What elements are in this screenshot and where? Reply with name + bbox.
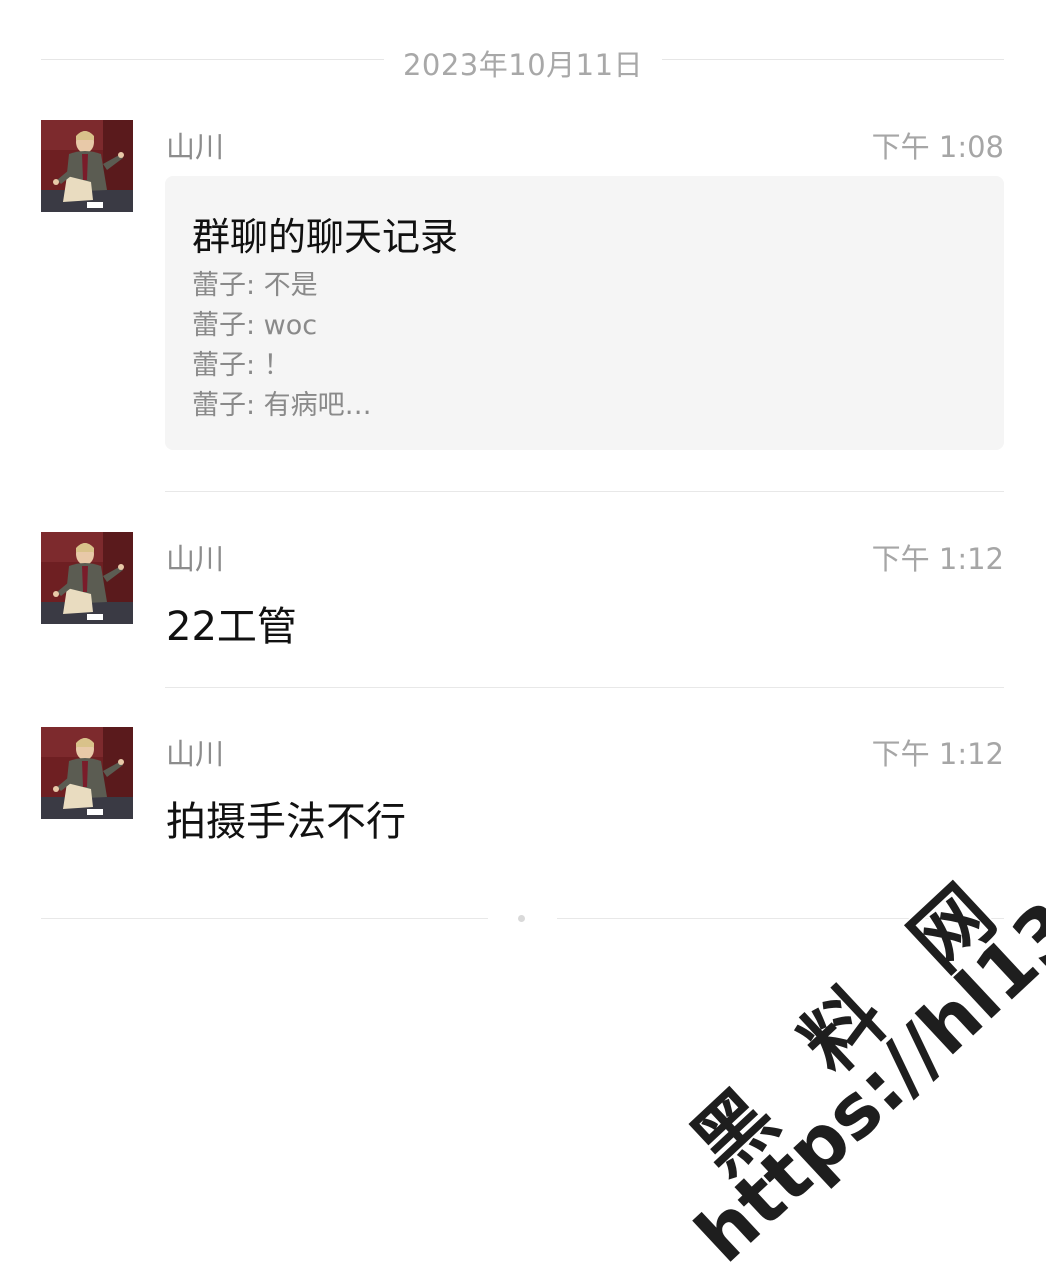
message-item: 山川 下午 1:12 22工管 — [41, 532, 1004, 652]
chat-record-line: 蕾子: 不是 — [192, 270, 318, 301]
end-divider-line-right — [557, 918, 1004, 919]
sender-name: 山川 — [166, 542, 225, 576]
chat-record-line: 蕾子: ！ — [192, 350, 291, 381]
watermark-url: https://hl13.co — [680, 802, 1046, 1280]
date-divider: 2023年10月11日 — [41, 38, 1004, 86]
message-text[interactable]: 22工管 — [166, 594, 297, 652]
avatar[interactable] — [41, 727, 133, 819]
end-divider-line-left — [41, 918, 488, 919]
message-item: 山川 下午 1:08 群聊的聊天记录 蕾子: 不是 蕾子: woc 蕾子: ！ … — [41, 120, 1004, 460]
message-text[interactable]: 拍摄手法不行 — [166, 789, 406, 847]
chat-record-card[interactable]: 群聊的聊天记录 蕾子: 不是 蕾子: woc 蕾子: ！ 蕾子: 有病吧… — [165, 176, 1004, 450]
chat-record-line: 蕾子: 有病吧… — [192, 390, 372, 421]
message-time: 下午 1:12 — [871, 737, 1004, 771]
chat-record-title: 群聊的聊天记录 — [192, 215, 459, 259]
date-divider-label: 2023年10月11日 — [402, 48, 644, 82]
message-time: 下午 1:12 — [871, 542, 1004, 576]
chat-record-preview: 蕾子: 不是 蕾子: woc 蕾子: ！ 蕾子: 有病吧… — [192, 266, 372, 426]
date-divider-line-right — [662, 59, 1004, 60]
message-separator — [165, 491, 1004, 492]
message-item: 山川 下午 1:12 拍摄手法不行 — [41, 727, 1004, 847]
date-divider-line-left — [41, 59, 384, 60]
message-separator — [165, 687, 1004, 688]
sender-name: 山川 — [166, 737, 225, 771]
chat-record-line: 蕾子: woc — [192, 310, 318, 341]
avatar[interactable] — [41, 532, 133, 624]
sender-name: 山川 — [166, 130, 225, 164]
end-divider-dot — [518, 915, 525, 922]
watermark-brand: 黑 料 网 — [676, 854, 1029, 1191]
end-divider — [41, 911, 1004, 927]
message-time: 下午 1:08 — [871, 130, 1004, 164]
avatar[interactable] — [41, 120, 133, 212]
